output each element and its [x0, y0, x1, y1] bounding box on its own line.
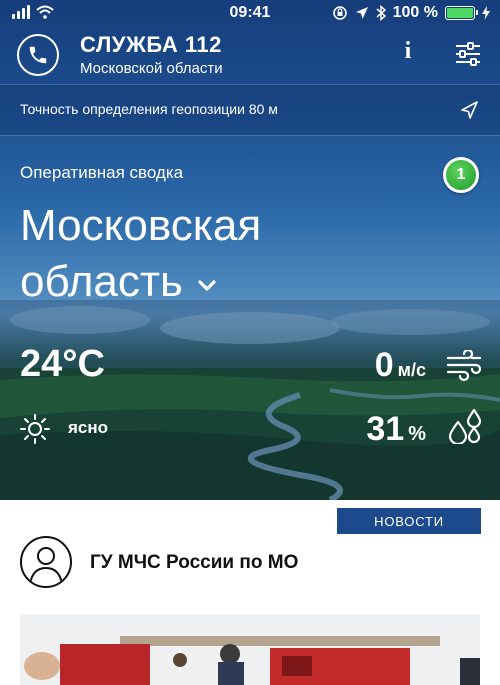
humidity-unit: % — [408, 423, 426, 445]
app-subtitle: Московской области — [80, 60, 223, 77]
humidity-drops-icon — [448, 408, 482, 444]
wind-speed-unit: м/с — [397, 360, 426, 380]
wind-icon — [446, 350, 482, 382]
geo-accuracy-text: Точность определения геопозиции 80 м — [20, 101, 278, 117]
charging-icon — [482, 6, 490, 20]
wind-speed-value: 0 — [374, 346, 394, 384]
location-arrow-icon — [461, 101, 478, 119]
incident-count-badge[interactable]: 1 — [443, 157, 479, 193]
weather-condition: ясно — [68, 418, 109, 437]
bluetooth-icon — [376, 5, 386, 21]
battery-icon — [445, 6, 478, 20]
landscape-image — [0, 300, 500, 500]
temperature-value: 24°C — [20, 343, 105, 385]
wind-speed: 0 м/с — [375, 346, 426, 385]
geo-accuracy-bar[interactable]: Точность определения геопозиции 80 м — [0, 85, 500, 135]
app-header: СЛУЖБА 112 Московской области i — [0, 28, 500, 84]
geo-divider — [0, 135, 500, 136]
status-bar-right: 100 % — [332, 4, 490, 22]
summary-label: Оперативная сводка — [20, 163, 184, 182]
location-arrow-icon — [355, 7, 368, 19]
humidity-value: 31 — [366, 410, 405, 448]
sun-icon — [20, 414, 50, 444]
status-bar: 09:41 100 % — [0, 0, 500, 28]
user-avatar-icon — [20, 536, 72, 588]
phone-icon — [29, 46, 47, 64]
news-photo[interactable] — [20, 614, 480, 685]
battery-percent: 100 % — [392, 4, 438, 21]
chevron-down-icon[interactable] — [197, 276, 217, 296]
news-source-title[interactable]: ГУ МЧС России по МО — [90, 552, 298, 574]
news-tab[interactable]: НОВОСТИ — [337, 508, 481, 534]
humidity: 31% — [366, 410, 426, 449]
app-title: СЛУЖБА 112 — [80, 32, 222, 57]
settings-sliders-icon[interactable] — [454, 40, 482, 68]
info-icon[interactable]: i — [398, 38, 418, 65]
call-button[interactable] — [17, 34, 59, 76]
region-name-line1: Московская — [20, 201, 262, 250]
orientation-lock-icon — [332, 6, 347, 20]
region-selector[interactable]: Московская область — [20, 198, 460, 310]
region-name-line2: область — [20, 257, 183, 306]
news-photo-image — [20, 614, 480, 685]
